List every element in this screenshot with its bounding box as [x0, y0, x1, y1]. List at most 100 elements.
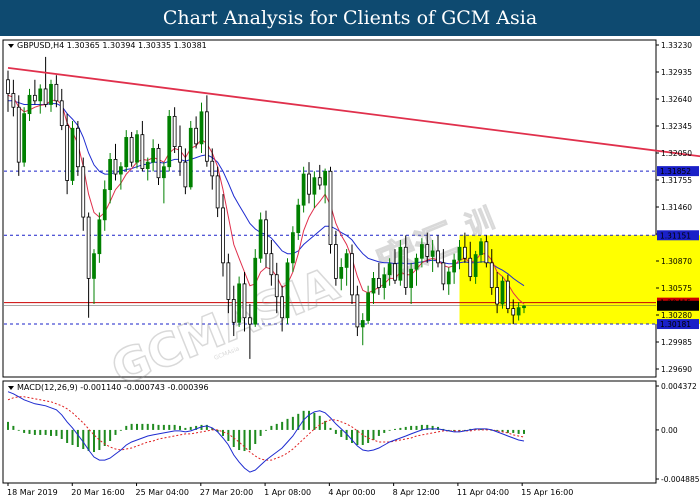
x-tick-label: 8 Apr 12:00	[393, 488, 440, 497]
current-price-tag: 1.30381	[657, 300, 699, 311]
macd-histogram-bar	[33, 429, 36, 435]
candle-body	[301, 173, 306, 206]
candle-body	[317, 177, 322, 186]
macd-histogram-bar	[136, 423, 138, 430]
level-price-tag-text: 1.31852	[660, 167, 691, 176]
candle-body	[161, 166, 166, 179]
candle	[237, 276, 242, 327]
macd-histogram-bar	[383, 429, 386, 433]
candle-body	[495, 287, 500, 305]
candle-body	[124, 137, 129, 168]
candle-body	[226, 262, 231, 300]
candle-body	[32, 94, 37, 102]
candle-body	[473, 254, 478, 277]
macd-histogram-bar	[270, 425, 273, 430]
candle-body	[350, 253, 354, 296]
macd-histogram-bar	[313, 412, 316, 430]
macd-histogram-bar	[410, 425, 413, 430]
candle-body	[65, 125, 70, 181]
macd-histogram-bar	[114, 429, 117, 435]
macd-histogram-bar	[119, 429, 122, 431]
candle-body	[452, 259, 457, 273]
candle-body	[500, 280, 505, 305]
macd-histogram-bar	[361, 429, 364, 445]
candle-body	[135, 134, 139, 163]
x-tick-label: 18 Mar 2019	[7, 488, 58, 497]
candle-body	[54, 83, 59, 102]
candle-body	[231, 299, 236, 323]
macd-histogram-bar	[162, 424, 165, 430]
y-tick-label: 1.32050	[661, 149, 692, 158]
candle-body	[253, 257, 258, 325]
candle	[70, 120, 75, 186]
y-tick-label: 1.33230	[661, 41, 692, 50]
candle-body	[237, 283, 242, 323]
candle	[500, 276, 505, 309]
macd-histogram-bar	[254, 429, 257, 444]
macd-histogram-bar	[93, 429, 95, 453]
macd-histogram-bar	[179, 425, 181, 430]
candle-body	[436, 250, 440, 264]
candle-body	[108, 159, 113, 191]
macd-histogram-bar	[415, 425, 418, 430]
macd-histogram-bar	[308, 410, 310, 430]
macd-histogram-bar	[168, 424, 171, 430]
candle-body	[204, 111, 209, 162]
candle-body	[167, 115, 172, 168]
y-tick-label: 1.32640	[661, 95, 692, 104]
macd-histogram-bar	[87, 429, 90, 452]
x-tick-label: 15 Apr 16:00	[521, 488, 573, 497]
candle-body	[156, 148, 161, 179]
candle	[328, 166, 333, 254]
macd-histogram-bar	[23, 429, 26, 433]
macd-histogram-bar	[44, 429, 47, 435]
macd-histogram-bar	[28, 429, 31, 434]
macd-histogram-bar	[265, 429, 267, 431]
candle-body	[382, 274, 387, 288]
candle-body	[468, 257, 473, 277]
candle-body	[269, 253, 274, 276]
macd-histogram-bar	[329, 427, 332, 430]
candle-body	[183, 161, 188, 188]
candle-body	[215, 175, 220, 209]
macd-histogram-bar	[388, 429, 391, 431]
x-tick-label: 27 Mar 20:00	[200, 488, 253, 497]
candle-body	[102, 189, 107, 221]
candle-body	[27, 94, 32, 115]
x-tick-label: 25 Mar 04:00	[136, 488, 189, 497]
candle-body	[312, 177, 317, 195]
macd-histogram-bar	[399, 427, 402, 430]
candle-body	[366, 292, 371, 321]
candle-body	[425, 244, 430, 257]
candle-body	[511, 308, 516, 316]
candle-body	[70, 127, 75, 181]
candle	[253, 249, 258, 327]
macd-histogram-bar	[324, 420, 327, 430]
macd-histogram-bar	[189, 426, 192, 430]
macd-histogram-bar	[404, 426, 407, 430]
candle-body	[462, 246, 467, 259]
candle-body	[210, 160, 215, 177]
candle-body	[371, 277, 376, 294]
candle-body	[188, 127, 193, 188]
candle-body	[522, 305, 526, 309]
candle-body	[264, 219, 268, 255]
x-tick-label: 20 Mar 16:00	[71, 488, 124, 497]
candle-body	[419, 244, 424, 259]
candle-body	[75, 127, 80, 168]
candle-body	[516, 307, 521, 316]
x-tick-label: 4 Apr 00:00	[328, 488, 375, 497]
candle-body	[49, 83, 53, 105]
macd-histogram-bar	[17, 429, 20, 431]
candle-body	[145, 161, 150, 169]
candle-body	[97, 219, 102, 255]
candle-body	[16, 106, 21, 163]
candle-body	[328, 170, 333, 245]
candle-body	[280, 296, 285, 319]
candle-body	[457, 246, 462, 261]
candle-body	[43, 88, 48, 105]
candle-body	[199, 111, 204, 145]
macd-histogram-bar	[259, 429, 262, 436]
candle	[22, 107, 27, 167]
candle	[285, 258, 290, 325]
